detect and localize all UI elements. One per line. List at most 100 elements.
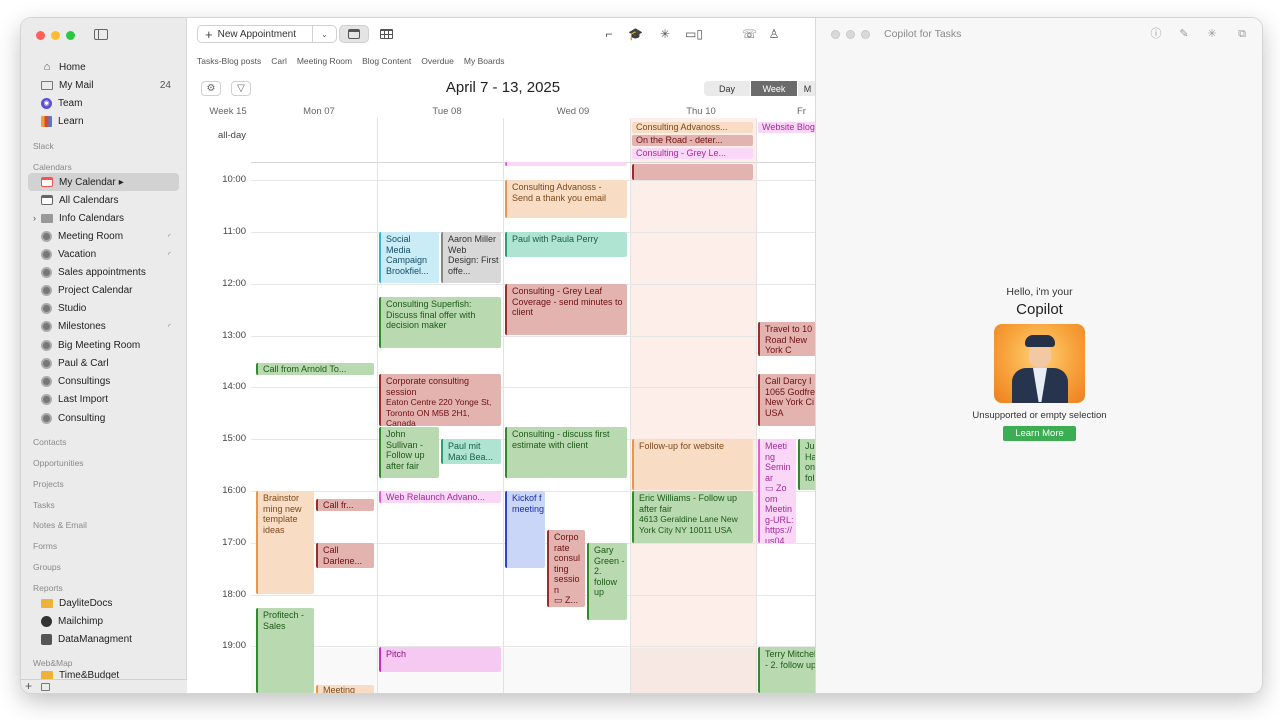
sidebar-item-daylitedocs[interactable]: DayliteDocs (28, 594, 179, 612)
new-appointment-button[interactable]: + New Appointment ⌄ (197, 25, 337, 43)
sidebar-item-mailchimp[interactable]: Mailchimp (28, 612, 179, 630)
favorite-overdue[interactable]: Overdue (421, 56, 454, 66)
calendar-event[interactable]: Consulting Advanoss - Send a thank you e… (505, 180, 627, 218)
favorite-carl[interactable]: Carl (271, 56, 287, 66)
calendar-event[interactable]: Travel to 10 Road New York C (758, 322, 817, 356)
sidebar-item-all-calendars[interactable]: All Calendars (28, 191, 179, 209)
minimize-window-button[interactable] (51, 31, 60, 40)
gear-icon[interactable]: ⚙ (201, 81, 221, 96)
calendar-event[interactable]: Consulting - discuss first estimate with… (505, 427, 627, 478)
zoom-panel-button[interactable] (861, 30, 870, 39)
calendar-event[interactable]: Consulting - Grey Leaf Coverage - send m… (505, 284, 627, 335)
allday-event[interactable]: Website Blog (758, 122, 817, 133)
calendar-event[interactable] (505, 162, 627, 166)
favorite-meeting-room[interactable]: Meeting Room (297, 56, 352, 66)
calendar-event[interactable]: Follow-up for website (632, 439, 753, 490)
sidebar-item-consultings[interactable]: Consultings (28, 372, 179, 390)
sidebar-item-consulting[interactable]: Consulting (28, 409, 179, 427)
week-grid[interactable]: all-day 10:00 11:00 12:00 13:00 14:00 15… (187, 118, 817, 693)
day-header-mon[interactable]: Mon 07 (269, 106, 369, 117)
phone-icon[interactable]: ☏ (742, 28, 757, 40)
grid-view-button[interactable] (371, 25, 401, 43)
sidebar-item-studio[interactable]: Studio (28, 299, 179, 317)
sidebar-item-milestones[interactable]: Milestones ◜ (28, 317, 179, 335)
sidebar-item-team[interactable]: ◉ Team (28, 94, 179, 112)
sparkle-icon[interactable]: ✳ (1205, 27, 1219, 41)
sidebar-item-info-calendars[interactable]: › Info Calendars (28, 209, 179, 227)
add-icon[interactable]: + (25, 679, 32, 693)
section-slack[interactable]: Slack (33, 141, 54, 151)
sidebar-item-my-calendar[interactable]: My Calendar ▸ (28, 173, 179, 191)
copy-icon[interactable]: ⧉ (1235, 27, 1249, 41)
sidebar-item-paul-carl[interactable]: Paul & Carl (28, 354, 179, 372)
section-opportunities[interactable]: Opportunities (33, 458, 84, 468)
learn-more-button[interactable]: Learn More (1003, 426, 1076, 441)
calendar-event[interactable]: Call from Arnold To... (256, 363, 374, 375)
favorite-tasks-blog-posts[interactable]: Tasks-Blog posts (197, 56, 261, 66)
favorite-my-boards[interactable]: My Boards (464, 56, 505, 66)
section-contacts[interactable]: Contacts (33, 437, 67, 447)
section-calendars[interactable]: Calendars (33, 162, 72, 172)
sidebar-item-datamanagment[interactable]: DataManagment (28, 630, 179, 648)
calendar-event[interactable]: Call fr... (316, 499, 374, 511)
calendar-event[interactable]: Eric Williams - Follow up after fair 461… (632, 491, 753, 543)
calendar-event[interactable]: Paul with Paula Perry (505, 232, 627, 257)
day-header-thu[interactable]: Thu 10 (651, 106, 751, 117)
chevron-down-icon[interactable]: ⌄ (312, 26, 336, 42)
close-window-button[interactable] (36, 31, 45, 40)
calendar-event[interactable]: Call Darlene... (316, 543, 374, 568)
sidebar-item-my-mail[interactable]: My Mail 24 (28, 76, 179, 94)
sidebar-item-vacation[interactable]: Vacation ◜ (28, 245, 179, 263)
disclosure-chevron-icon[interactable]: › (33, 213, 36, 223)
calendar-event[interactable]: Meeti ng Semin ar ▭ Zo om Meetin g-URL: … (758, 439, 796, 543)
pin-icon[interactable]: ✎ (1177, 27, 1191, 41)
section-tasks[interactable]: Tasks (33, 500, 55, 510)
day-header-wed[interactable]: Wed 09 (523, 106, 623, 117)
minimize-panel-button[interactable] (846, 30, 855, 39)
calendar-event[interactable]: Profitech - Sales (256, 608, 314, 693)
calendar-event[interactable]: Corpo rate consul ting sessio n ▭ Z... (547, 530, 585, 607)
calendar-settings-icon[interactable] (41, 683, 50, 691)
section-groups[interactable]: Groups (33, 562, 61, 572)
section-projects[interactable]: Projects (33, 479, 64, 489)
calendar-event[interactable]: Gary Green - 2. follow up (587, 543, 627, 620)
calendar-event[interactable]: Web Relaunch Advano... (379, 491, 501, 503)
sidebar-item-home[interactable]: ⌂ Home (28, 58, 179, 76)
day-header-tue[interactable]: Tue 08 (397, 106, 497, 117)
allday-event[interactable]: Consulting - Grey Le... (632, 148, 753, 159)
calendar-event[interactable] (632, 164, 753, 180)
calendar-event[interactable]: Pitch (379, 647, 501, 672)
layout-icon[interactable]: ▭▯ (685, 28, 703, 40)
section-reports[interactable]: Reports (33, 583, 63, 593)
sidebar-item-sales-appointments[interactable]: Sales appointments (28, 263, 179, 281)
close-panel-button[interactable] (831, 30, 840, 39)
sidebar-item-meeting-room[interactable]: Meeting Room ◜ (28, 227, 179, 245)
calendar-event[interactable]: Kickof f meeting (505, 491, 545, 568)
help-icon[interactable]: ⓘ (1149, 27, 1163, 41)
sidebar-item-project-calendar[interactable]: Project Calendar (28, 281, 179, 299)
calendar-view-button[interactable] (339, 25, 369, 43)
favorite-blog-content[interactable]: Blog Content (362, 56, 411, 66)
calendar-event[interactable]: Call Darcy I 1065 Godfre New York Ci USA (758, 374, 817, 426)
view-week-button[interactable]: Week (751, 81, 797, 96)
allday-event[interactable]: On the Road - deter... (632, 135, 753, 146)
calendar-event[interactable]: Consulting Superfish: Discuss final offe… (379, 297, 501, 348)
zoom-window-button[interactable] (66, 31, 75, 40)
calendar-event[interactable]: Brainstor ming new template ideas (256, 491, 314, 594)
calendar-event[interactable]: Aaron Miller Web Design: First offe... (441, 232, 501, 283)
contact-icon[interactable]: ♙ (767, 28, 781, 40)
sparkle-icon[interactable]: ✳ (658, 28, 672, 40)
sidebar-item-learn[interactable]: Learn (28, 112, 179, 130)
calendar-event[interactable]: Terry Mitchell - 2. follow up (758, 647, 817, 693)
filter-icon[interactable]: ▽ (231, 81, 251, 96)
calendar-event[interactable]: Meeting (316, 685, 374, 693)
calendar-event[interactable]: Corporate consulting session Eaton Centr… (379, 374, 501, 426)
allday-event[interactable]: Consulting Advanoss... (632, 122, 753, 133)
calendar-event[interactable]: Social Media Campaign Brookfiel... (379, 232, 439, 283)
section-forms[interactable]: Forms (33, 541, 57, 551)
graduation-cap-icon[interactable]: 🎓 (628, 28, 643, 40)
sidebar-toggle-icon[interactable] (94, 29, 108, 40)
sidebar-item-big-meeting-room[interactable]: Big Meeting Room (28, 336, 179, 354)
sidebar-item-last-import[interactable]: Last Import (28, 390, 179, 408)
crop-icon[interactable]: ⌐ (602, 28, 616, 40)
